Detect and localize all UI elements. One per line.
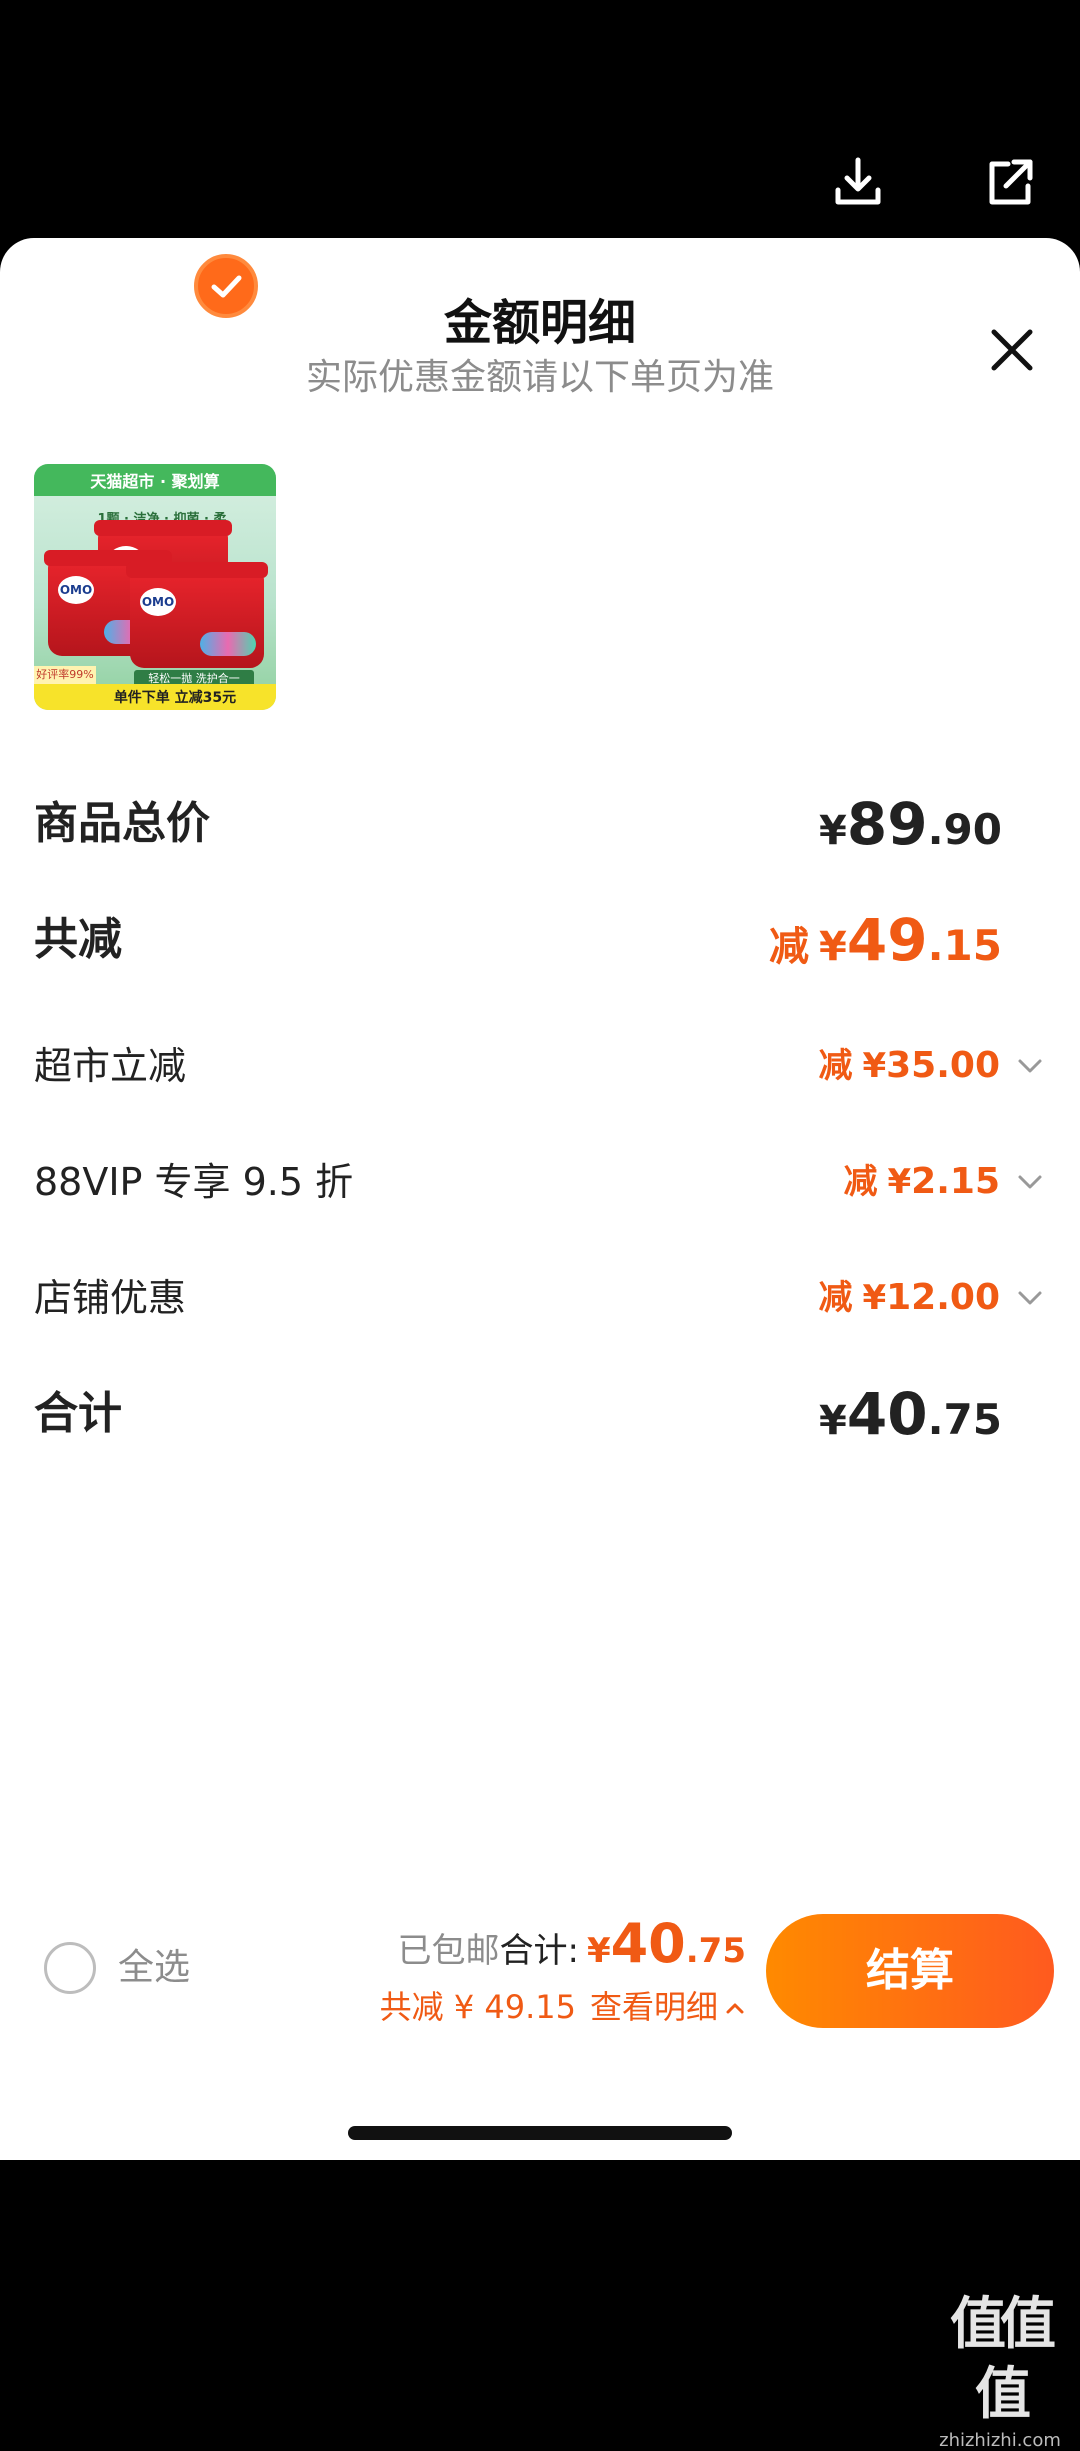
close-icon[interactable]	[980, 318, 1044, 382]
total-amount-integer: 40	[610, 1912, 686, 1975]
total-currency: ¥	[586, 1931, 611, 1971]
row-supermarket-discount[interactable]: 超市立减 减 ¥35.00	[0, 1026, 1080, 1106]
product-rating: 好评率99%	[34, 666, 96, 684]
product-banner: 天猫超市 · 聚划算	[34, 464, 276, 496]
amount-decimal: .00	[936, 1045, 1000, 1086]
row-amount: ¥89.90	[819, 784, 1002, 879]
checkout-button[interactable]: 结算	[766, 1914, 1054, 2028]
amount-integer: 49	[846, 906, 928, 974]
amount-currency: ¥	[819, 1398, 847, 1444]
amount-decimal: .00	[936, 1277, 1000, 1318]
total-amount-decimal: .75	[685, 1931, 746, 1971]
row-label: 商品总价	[34, 798, 210, 849]
amount-decimal: .75	[927, 1395, 1002, 1444]
amount-integer: 40	[846, 1380, 928, 1448]
amount-integer: 35	[886, 1045, 937, 1086]
product-thumbnail[interactable]: 天猫超市 · 聚划算 1颗 · 洁净 · 抑菌 · 柔 OMO OMO OMO …	[34, 464, 276, 710]
row-label: 共减	[34, 914, 122, 965]
amount-currency: ¥	[819, 808, 847, 854]
selected-check-icon[interactable]	[194, 254, 258, 318]
row-total-discount: 共减 减 ¥49.15	[0, 900, 1080, 980]
row-amount: ¥40.75	[819, 1374, 1002, 1469]
amount-currency: ¥	[862, 1278, 887, 1318]
product-tub-front: OMO	[126, 562, 268, 668]
total-label: 合计:	[499, 1931, 579, 1971]
chevron-down-icon[interactable]	[1014, 1282, 1046, 1314]
watermark-logo: 值值值	[950, 2292, 1056, 2427]
row-label: 超市立减	[34, 1044, 187, 1088]
select-all-radio[interactable]	[44, 1942, 96, 1994]
chevron-down-icon[interactable]	[1014, 1166, 1046, 1198]
row-store-discount[interactable]: 店铺优惠 减 ¥12.00	[0, 1258, 1080, 1338]
row-amount: 减 ¥35.00	[818, 1026, 1000, 1112]
row-total-price: 商品总价 ¥89.90	[0, 784, 1080, 864]
amount-decimal: .15	[927, 921, 1002, 970]
amount-currency: ¥	[887, 1162, 912, 1202]
amount-prefix: 减	[843, 1162, 878, 1202]
sheet-subtitle: 实际优惠金额请以下单页为准	[305, 357, 774, 398]
amount-decimal: .90	[927, 805, 1002, 854]
amount-integer: 89	[846, 790, 928, 858]
amount-integer: 2	[911, 1161, 937, 1202]
download-icon[interactable]	[826, 150, 890, 214]
chevron-down-icon[interactable]	[1014, 1050, 1046, 1082]
watermark-url: zhizhizhi.com	[939, 2430, 1061, 2451]
amount-prefix: 减	[769, 924, 810, 970]
row-label: 店铺优惠	[34, 1276, 187, 1320]
select-all-label[interactable]: 全选	[118, 1942, 190, 1994]
total-summary: 已包邮合计: ¥40.75	[397, 1908, 746, 1993]
chevron-up-icon	[724, 1998, 746, 2020]
home-indicator[interactable]	[348, 2126, 732, 2140]
view-details-label: 查看明细	[589, 1988, 718, 2026]
amount-currency: ¥	[862, 1046, 887, 1086]
row-amount: 减 ¥49.15	[769, 900, 1002, 995]
site-watermark: 值值值 zhizhizhi.com	[930, 2290, 1070, 2451]
amount-prefix: 减	[818, 1278, 853, 1318]
row-amount: 减 ¥2.15	[843, 1142, 1000, 1228]
amount-detail-sheet: 金额明细 实际优惠金额请以下单页为准 天猫超市 · 聚划算 1颗 · 洁净 · …	[0, 238, 1080, 2160]
row-grand-total: 合计 ¥40.75	[0, 1374, 1080, 1454]
row-amount: 减 ¥12.00	[818, 1258, 1000, 1344]
amount-currency: ¥	[819, 924, 847, 970]
amount-prefix: 减	[818, 1046, 853, 1086]
brand-logo: OMO	[140, 588, 176, 616]
share-icon[interactable]	[978, 150, 1042, 214]
amount-decimal: .15	[936, 1161, 1000, 1202]
sheet-title: 金额明细	[443, 295, 636, 351]
free-shipping-label: 已包邮	[397, 1931, 500, 1971]
discount-summary: 共减 ¥ 49.15	[379, 1988, 576, 2026]
row-vip-discount[interactable]: 88VIP 专享 9.5 折 减 ¥2.15	[0, 1142, 1080, 1222]
row-label: 合计	[34, 1388, 122, 1439]
product-promo: 单件下单 立减35元	[34, 684, 276, 710]
row-label: 88VIP 专享 9.5 折	[34, 1160, 354, 1204]
brand-logo: OMO	[58, 576, 94, 604]
amount-integer: 12	[886, 1277, 937, 1318]
view-details-link[interactable]: 共减 ¥ 49.15 查看明细	[380, 1982, 746, 2032]
